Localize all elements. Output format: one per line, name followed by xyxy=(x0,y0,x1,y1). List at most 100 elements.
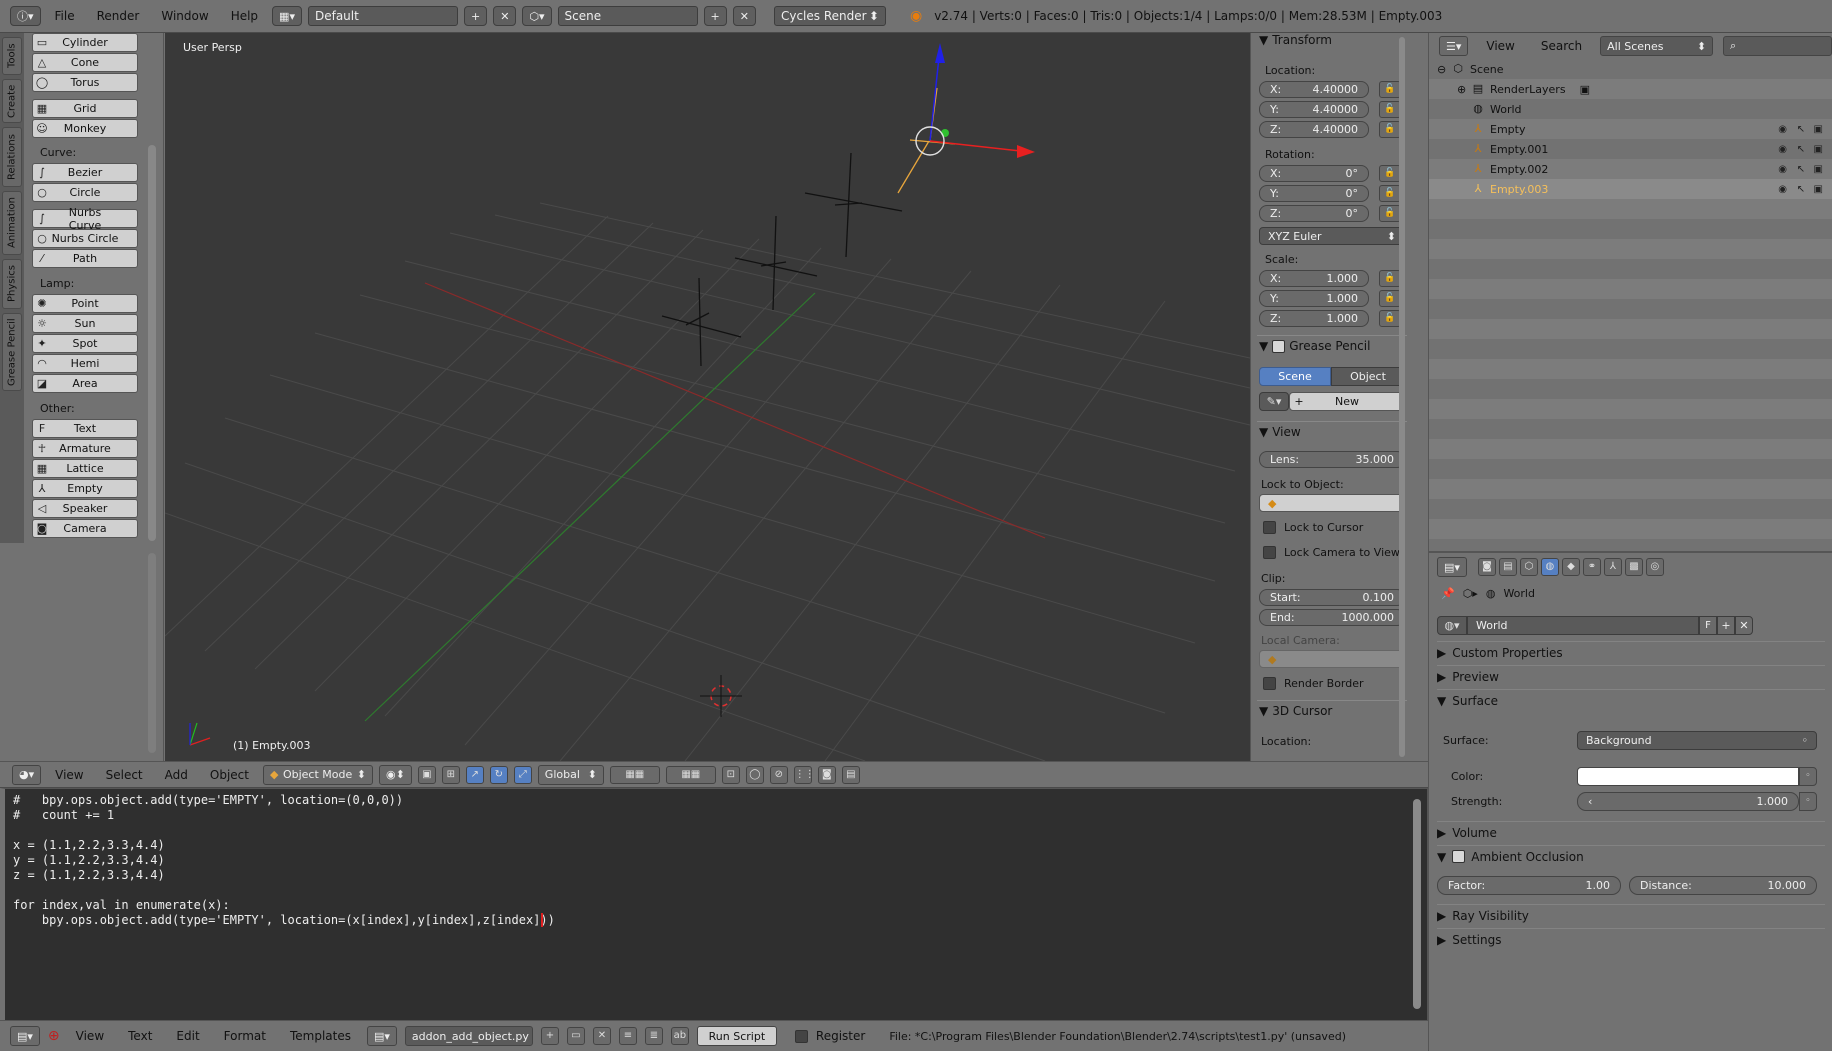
location-y-field[interactable]: Y: 4.40000 xyxy=(1259,101,1369,118)
add-nurbs-curve-button[interactable]: ∫ Nurbs Curve xyxy=(32,206,138,232)
menu-select[interactable]: Select xyxy=(98,768,151,782)
tab-grease-pencil[interactable]: Grease Pencil xyxy=(2,313,22,391)
snap-icon[interactable]: ⊘ xyxy=(769,765,788,784)
menu-view[interactable]: View xyxy=(47,768,91,782)
rotation-z-field[interactable]: Z: 0° xyxy=(1259,205,1369,222)
text-datablock-icon[interactable]: ▤▾ xyxy=(366,1026,397,1046)
proportional-icon[interactable]: ◯ xyxy=(745,765,764,784)
outliner-item-empty-001[interactable]: ⅄ Empty.001 ◉ ↖ ▣ xyxy=(1429,139,1832,159)
scene-close-icon[interactable]: ✕ xyxy=(732,6,756,26)
ao-factor-field[interactable]: Factor: 1.00 xyxy=(1437,876,1621,895)
tab-create[interactable]: Create xyxy=(2,79,22,123)
lock-icon[interactable]: 🔓 xyxy=(1379,81,1401,98)
ao-distance-field[interactable]: Distance: 10.000 xyxy=(1629,876,1817,895)
gp-scene-toggle[interactable]: Scene xyxy=(1259,367,1331,386)
eye-icon[interactable]: ◉ xyxy=(1778,124,1787,135)
snap-element-icon[interactable]: ⋮⋮ xyxy=(793,765,815,784)
layout-add-icon[interactable]: + xyxy=(463,6,488,26)
3d-cursor-panel-header[interactable]: ▼ 3D Cursor xyxy=(1259,704,1332,718)
unlink-world-icon[interactable]: ✕ xyxy=(1735,616,1753,635)
menu-file[interactable]: File xyxy=(47,9,83,23)
editor-type-icon[interactable]: ◕▾ xyxy=(12,764,42,785)
menu-window[interactable]: Window xyxy=(153,9,216,23)
rotation-y-field[interactable]: Y: 0° xyxy=(1259,185,1369,202)
ambient-occlusion-header[interactable]: ▼ Ambient Occlusion xyxy=(1437,845,1825,867)
pin-icon[interactable]: 📌 xyxy=(1441,587,1455,600)
menu-format[interactable]: Format xyxy=(216,1029,274,1043)
lock-icon[interactable]: 🔓 xyxy=(1379,121,1401,138)
preview-header[interactable]: ▶ Preview xyxy=(1437,665,1825,687)
add-bezier-button[interactable]: ∫ Bezier xyxy=(32,163,138,182)
add-spot-lamp-button[interactable]: ✦ Spot xyxy=(32,334,138,353)
volume-header[interactable]: ▶ Volume xyxy=(1437,821,1825,843)
open-folder-icon[interactable]: ▭ xyxy=(566,1027,585,1045)
rotate-icon[interactable]: ↻ xyxy=(489,765,508,784)
world-tab-icon[interactable]: ◍ xyxy=(1540,558,1559,576)
location-z-field[interactable]: Z: 4.40000 xyxy=(1259,121,1369,138)
outliner-item-empty-002[interactable]: ⅄ Empty.002 ◉ ↖ ▣ xyxy=(1429,159,1832,179)
clip-start-field[interactable]: Start: 0.100 xyxy=(1259,589,1405,606)
link-socket-icon[interactable]: ◦ xyxy=(1799,792,1817,811)
layout-icon[interactable]: ▦▾ xyxy=(272,6,302,26)
code-text[interactable]: # bpy.ops.object.add(type='EMPTY', locat… xyxy=(13,793,555,928)
add-monkey-button[interactable]: ☺ Monkey xyxy=(32,119,138,138)
menu-templates[interactable]: Templates xyxy=(282,1029,359,1043)
gp-object-toggle[interactable]: Object xyxy=(1331,367,1405,386)
display-mode-select[interactable]: All Scenes ⬍ xyxy=(1600,36,1714,56)
data-tab-icon[interactable]: ⅄ xyxy=(1603,558,1622,576)
translate-icon[interactable]: ↗ xyxy=(465,765,484,784)
camera-icon[interactable]: ▣ xyxy=(1814,144,1823,155)
outliner-item-scene[interactable]: ⊖ ⬡ Scene xyxy=(1429,59,1832,79)
layers-2-icon[interactable]: ▦▦ xyxy=(665,765,716,784)
add-empty-button[interactable]: ⅄ Empty xyxy=(32,479,138,498)
add-sun-lamp-button[interactable]: ☼ Sun xyxy=(32,314,138,333)
scene-icon[interactable]: ⬡▾ xyxy=(522,6,552,26)
cursor-icon[interactable]: ↖ xyxy=(1797,144,1805,155)
menu-help[interactable]: Help xyxy=(223,9,266,23)
grease-pencil-panel-header[interactable]: ▼ Grease Pencil xyxy=(1259,339,1370,353)
fake-user-button[interactable]: F xyxy=(1699,616,1717,635)
add-cylinder-button[interactable]: ▭ Cylinder xyxy=(32,33,138,52)
scene-tab-icon[interactable]: ⬡ xyxy=(1519,558,1538,576)
register-checkbox[interactable] xyxy=(794,1029,808,1043)
add-speaker-button[interactable]: ◁ Speaker xyxy=(32,499,138,518)
lock-to-cursor-check[interactable]: Lock to Cursor xyxy=(1263,521,1363,534)
syntax-highlight-icon[interactable]: ab xyxy=(670,1027,689,1045)
clip-end-field[interactable]: End: 1000.000 xyxy=(1259,609,1405,626)
lock-icon[interactable]: 🔓 xyxy=(1379,290,1401,307)
tab-relations[interactable]: Relations xyxy=(2,127,22,187)
lock-object-field[interactable]: ◆ xyxy=(1259,494,1405,512)
menu-view[interactable]: View xyxy=(68,1029,112,1043)
menu-search[interactable]: Search xyxy=(1533,39,1590,53)
gp-new-button[interactable]: + New xyxy=(1289,392,1405,411)
tab-animation[interactable]: Animation xyxy=(2,191,22,255)
add-camera-button[interactable]: ◙ Camera xyxy=(32,519,138,538)
mode-select[interactable]: ◆ Object Mode ⬍ xyxy=(262,764,373,785)
layout-field[interactable]: Default xyxy=(307,6,458,26)
render-icon[interactable]: ◙ xyxy=(817,765,836,784)
physics-tab-icon[interactable]: ◎ xyxy=(1645,558,1664,576)
scale-icon[interactable]: ⤢ xyxy=(513,765,532,784)
lock-icon[interactable]: 🔓 xyxy=(1379,101,1401,118)
run-script-button[interactable]: Run Script xyxy=(696,1026,777,1046)
lock-icon[interactable]: 🔓 xyxy=(1379,205,1401,222)
color-swatch[interactable] xyxy=(1577,767,1799,786)
add-text-button[interactable]: F Text xyxy=(32,419,138,438)
text-filename-field[interactable]: addon_add_object.py xyxy=(404,1026,533,1046)
shading-select[interactable]: ◉⬍ xyxy=(378,764,412,785)
new-text-icon[interactable]: + xyxy=(540,1027,559,1045)
manipulator-icon[interactable]: ⊞ xyxy=(441,765,460,784)
editor-type-icon[interactable]: ▤▾ xyxy=(1437,557,1467,577)
cursor-icon[interactable]: ↖ xyxy=(1797,124,1805,135)
render-tab-icon[interactable]: ◙ xyxy=(1477,558,1496,576)
camera-icon[interactable]: ▣ xyxy=(1814,124,1823,135)
eye-icon[interactable]: ◉ xyxy=(1778,184,1787,195)
rotation-x-field[interactable]: X: 0° xyxy=(1259,165,1369,182)
tab-physics[interactable]: Physics xyxy=(2,259,22,309)
outliner-item-renderlayers[interactable]: ⊕ ▤ RenderLayers ▣ xyxy=(1429,79,1832,99)
render-engine-select[interactable]: Cycles Render ⬍ xyxy=(773,6,886,26)
lock-layers-icon[interactable]: ⊡ xyxy=(721,765,740,784)
text-scrollbar[interactable] xyxy=(1413,799,1421,1009)
editor-type-icon[interactable]: ☰▾ xyxy=(1439,36,1469,56)
outliner-search-input[interactable]: ⌕ xyxy=(1723,36,1832,56)
